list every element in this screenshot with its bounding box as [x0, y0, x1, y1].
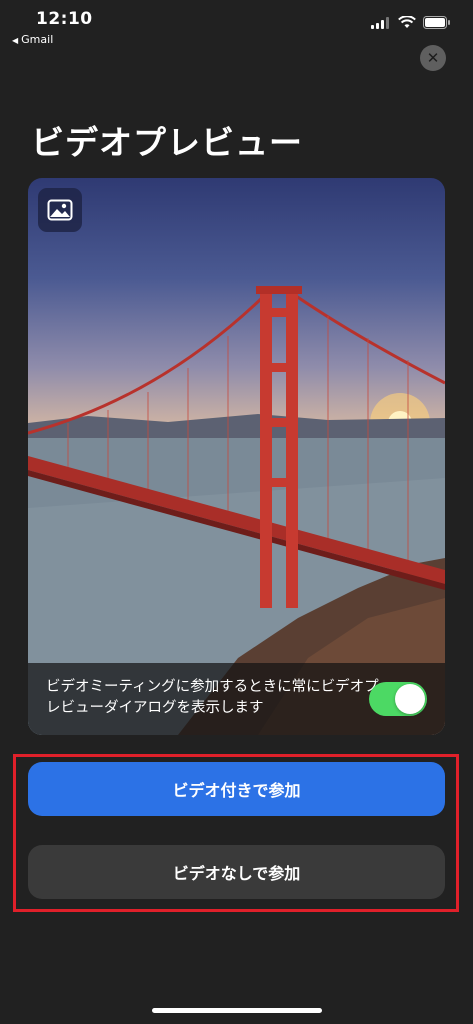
signal-icon	[371, 16, 389, 29]
back-to-app-link[interactable]: ◀ Gmail	[12, 33, 53, 46]
toggle-knob	[395, 684, 425, 714]
battery-icon	[423, 16, 450, 29]
video-preview-screen: 12:10 ◀ Gmail ✕ ビデオプレビュー ビデオミーティングに参加すると…	[0, 0, 473, 1024]
back-triangle-icon: ◀	[12, 36, 19, 45]
back-app-label: Gmail	[21, 33, 54, 46]
image-icon	[47, 199, 73, 221]
join-with-video-button[interactable]: ビデオ付きで参加	[28, 762, 445, 816]
video-preview: ビデオミーティングに参加するときに常にビデオプレビューダイアログを表示します	[28, 178, 445, 735]
close-icon: ✕	[426, 48, 440, 67]
status-icons	[371, 16, 451, 29]
close-button[interactable]: ✕	[420, 45, 446, 71]
wifi-icon	[398, 16, 416, 28]
always-show-preview-label: ビデオミーティングに参加するときに常にビデオプレビューダイアログを表示します	[46, 679, 379, 716]
page-title: ビデオプレビュー	[31, 123, 303, 162]
status-time: 12:10	[36, 9, 93, 29]
always-show-preview-toggle[interactable]	[369, 682, 427, 716]
join-without-video-button[interactable]: ビデオなしで参加	[28, 845, 445, 899]
home-indicator[interactable]	[152, 1008, 322, 1013]
virtual-background-button[interactable]	[38, 188, 82, 232]
camera-preview-image	[28, 286, 445, 735]
